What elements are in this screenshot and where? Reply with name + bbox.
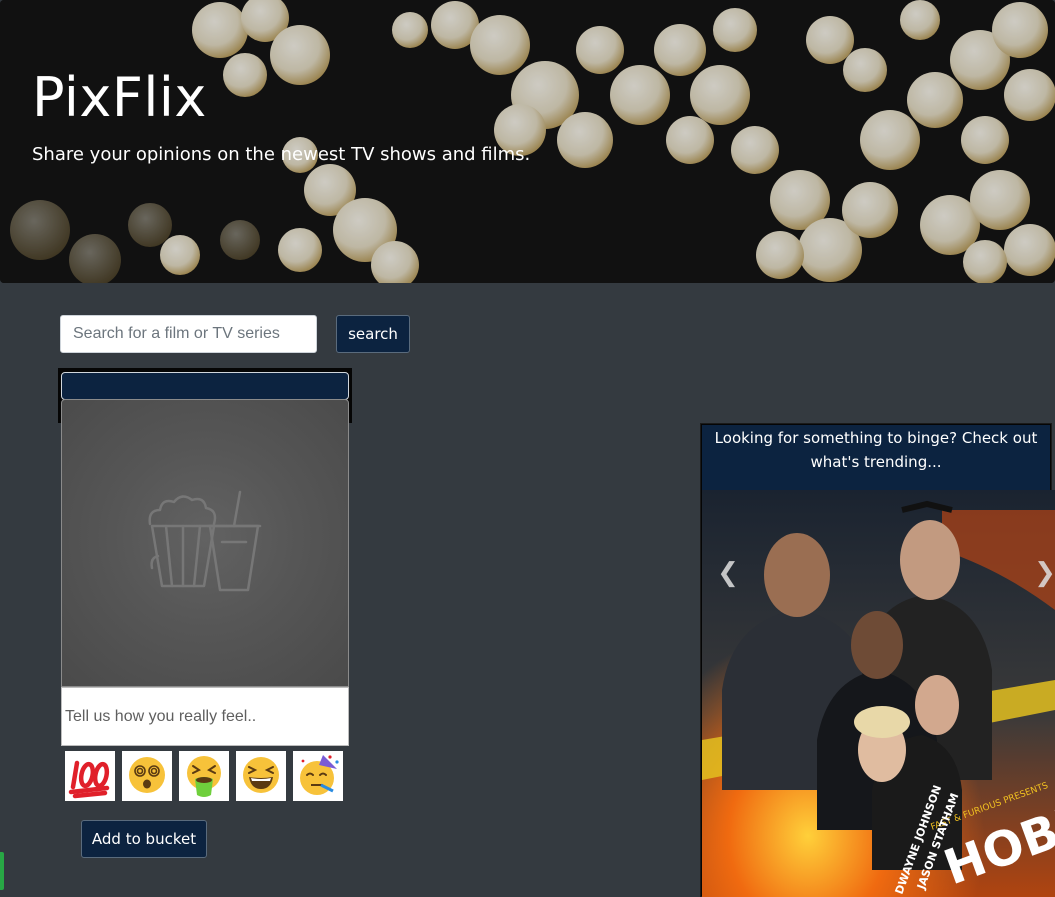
trending-carousel-slide[interactable]: HOBBS & SHAW FAST & FURIOUS PRESENTS DWA… — [702, 490, 1055, 897]
laughing-face-emoji-icon — [243, 757, 279, 793]
reaction-vomit[interactable] — [179, 751, 229, 801]
search-input[interactable] — [60, 315, 317, 353]
trending-movie-poster: HOBBS & SHAW FAST & FURIOUS PRESENTS DWA… — [702, 490, 1055, 897]
site-tagline: Share your opinions on the newest TV sho… — [32, 144, 531, 165]
reaction-party[interactable] — [293, 751, 343, 801]
trending-heading: Looking for something to binge? Check ou… — [702, 425, 1050, 490]
popcorn-background-image — [0, 0, 1055, 283]
feelings-input[interactable] — [61, 687, 349, 746]
chevron-right-icon[interactable]: ❯ — [1033, 560, 1055, 588]
vomiting-face-emoji-icon — [187, 756, 221, 797]
popcorn-and-drink-placeholder-icon — [148, 490, 262, 592]
feedback-side-tab[interactable] — [0, 852, 4, 890]
hero-banner: PixFlix Share your opinions on the newes… — [0, 0, 1055, 283]
reaction-laugh[interactable] — [236, 751, 286, 801]
reaction-100[interactable] — [65, 751, 115, 801]
site-title: PixFlix — [32, 66, 207, 129]
dizzy-face-emoji-icon — [129, 757, 165, 793]
partying-face-emoji-icon — [300, 755, 339, 795]
search-button[interactable]: search — [336, 315, 410, 353]
hundred-points-emoji-icon — [68, 760, 110, 799]
chevron-left-icon[interactable]: ❮ — [716, 560, 740, 588]
result-poster-placeholder — [61, 399, 349, 687]
add-to-bucket-button[interactable]: Add to bucket — [81, 820, 207, 858]
reaction-dizzy[interactable] — [122, 751, 172, 801]
result-card-header — [61, 372, 349, 400]
